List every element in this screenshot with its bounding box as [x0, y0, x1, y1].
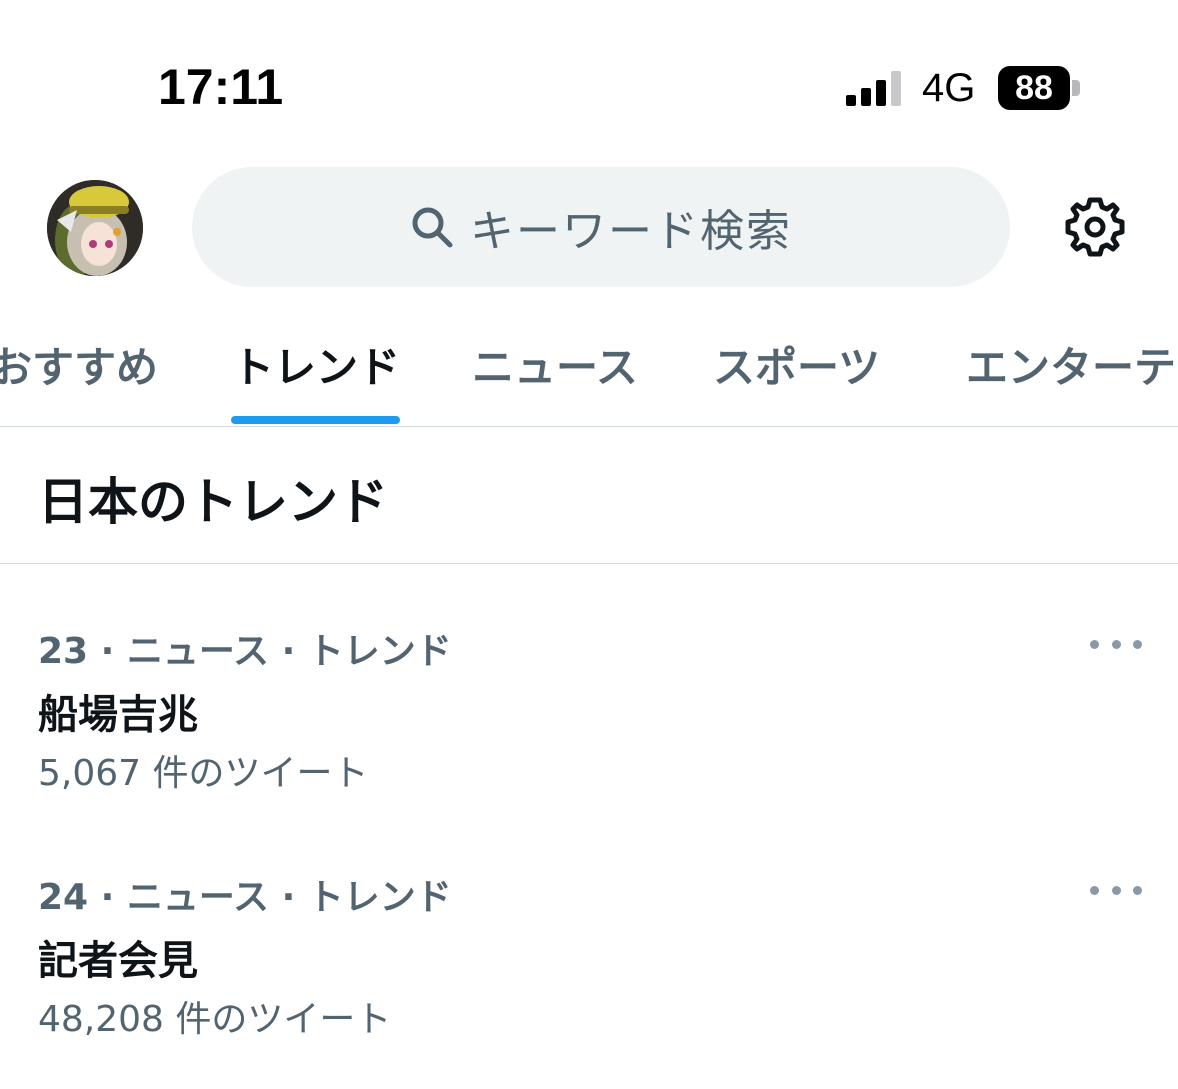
- search-icon: [412, 207, 453, 248]
- avatar[interactable]: [47, 180, 143, 276]
- trend-name: 船場吉兆: [38, 692, 198, 738]
- tab-sports[interactable]: スポーツ: [713, 334, 880, 395]
- trend-item[interactable]: 24 · ニュース · トレンド 記者会見 48,208 件のツイート: [0, 868, 1178, 1078]
- battery-cap: [1072, 80, 1080, 96]
- trend-name: 記者会見: [38, 938, 198, 984]
- tab-trending[interactable]: トレンド: [232, 334, 400, 395]
- divider: [0, 563, 1178, 564]
- tab-entertainment[interactable]: エンターテ: [966, 334, 1176, 395]
- active-tab-indicator: [231, 416, 400, 424]
- search-input[interactable]: キーワード検索: [192, 167, 1010, 287]
- section-title: 日本のトレンド: [38, 473, 388, 531]
- battery-icon: 88: [998, 66, 1070, 110]
- avatar-image: [47, 180, 143, 276]
- explore-tabs: おすすめ トレンド ニュース スポーツ エンターテ: [0, 320, 1178, 427]
- battery-level: 88: [1015, 68, 1053, 107]
- status-bar: 17:11 4G 88: [0, 0, 1178, 160]
- network-type: 4G: [922, 66, 976, 110]
- status-time: 17:11: [158, 59, 284, 115]
- trend-meta: 24 · ニュース · トレンド: [38, 877, 452, 918]
- gear-icon[interactable]: [1062, 194, 1128, 260]
- explore-screen: 17:11 4G 88 キーワード検索 おすすめ トレンド ニュース スポーツ …: [0, 0, 1178, 1089]
- tab-news[interactable]: ニュース: [472, 334, 638, 395]
- tab-recommended[interactable]: おすすめ: [0, 334, 158, 395]
- trend-tweet-count: 5,067 件のツイート: [38, 753, 369, 794]
- trend-item[interactable]: 23 · ニュース · トレンド 船場吉兆 5,067 件のツイート: [0, 622, 1178, 832]
- more-options-icon[interactable]: [1090, 880, 1142, 900]
- cellular-signal-icon: [846, 70, 906, 106]
- trend-tweet-count: 48,208 件のツイート: [38, 999, 392, 1040]
- search-placeholder: キーワード検索: [470, 206, 792, 257]
- more-options-icon[interactable]: [1090, 634, 1142, 654]
- trend-meta: 23 · ニュース · トレンド: [38, 631, 452, 672]
